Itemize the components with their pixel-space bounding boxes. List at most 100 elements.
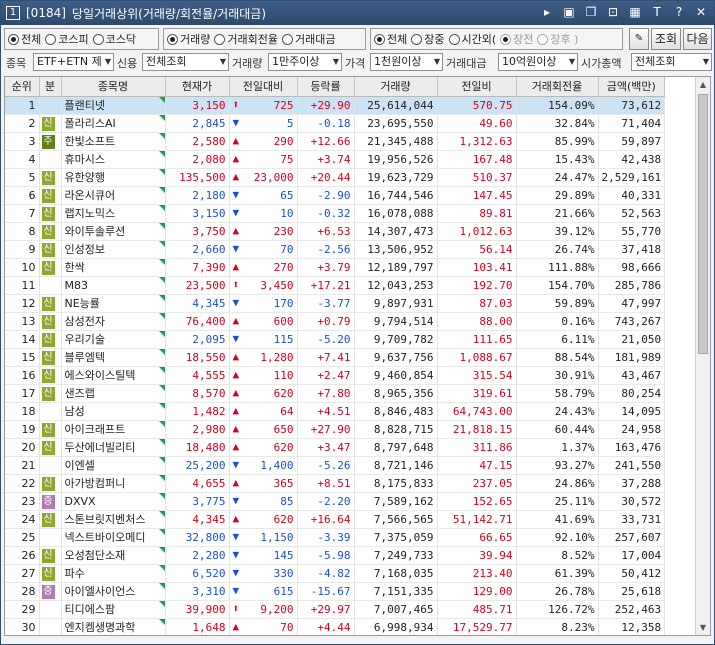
- table-row[interactable]: 30 엔지켐생명과학 1,648 ▲ 70 +4.44 6,998,934 17,529.77…: [5, 618, 666, 635]
- m-box-icon[interactable]: ▣: [562, 5, 576, 19]
- stock-name[interactable]: 오성첨단소재: [61, 546, 166, 565]
- table-row[interactable]: 11 M83 23,500 ⬆ 3,450 +17.21 12,043,253 192.70 1…: [5, 276, 666, 295]
- table-row[interactable]: 15 신 블루엠텍 18,550 ▲ 1,280 +7.41 9,637,756 1,088.6…: [5, 348, 666, 367]
- stock-name[interactable]: 블루엠텍: [61, 348, 166, 367]
- sort-radio-2[interactable]: 거래대금: [281, 31, 335, 47]
- stock-name[interactable]: 한싹: [61, 258, 166, 277]
- column-header[interactable]: 전일대비: [229, 77, 298, 97]
- column-header[interactable]: 전일비: [437, 77, 517, 97]
- close-icon[interactable]: ✕: [694, 5, 708, 19]
- table-row[interactable]: 14 신 우리기술 2,095 ▼ 115 -5.20 9,709,782 111.65 6.11…: [5, 330, 666, 349]
- scroll-thumb[interactable]: [698, 94, 708, 354]
- table-row[interactable]: 26 신 오성첨단소재 2,280 ▼ 145 -5.98 7,249,733 39.94 8.5…: [5, 546, 666, 565]
- column-header[interactable]: 현재가: [165, 77, 230, 97]
- stock-name[interactable]: 넥스트바이오메디: [61, 528, 166, 547]
- market-radio-1[interactable]: 코스피: [45, 31, 89, 47]
- table-row[interactable]: 5 신 유한양행 135,500 ▲ 23,000 +20.44 19,623,729 510.…: [5, 168, 666, 187]
- text-icon[interactable]: T: [650, 5, 664, 19]
- table-row[interactable]: 22 신 아가방컴퍼니 4,655 ▲ 365 +8.51 8,175,833 237.05 24…: [5, 474, 666, 493]
- table-row[interactable]: 9 신 인성정보 2,660 ▼ 70 -2.56 13,506,952 56.14 26.74%…: [5, 240, 666, 259]
- stock-name[interactable]: NE능률: [61, 294, 166, 313]
- table-row[interactable]: 27 신 파수 6,520 ▼ 330 -4.82 7,168,035 213.40 61.39%…: [5, 564, 666, 583]
- next-button[interactable]: 다음: [683, 28, 712, 50]
- stock-name[interactable]: 삼성전자: [61, 312, 166, 331]
- table-row[interactable]: 23 증 DXVX 3,775 ▼ 85 -2.20 7,589,162 152.65 25.11…: [5, 492, 666, 511]
- stock-name[interactable]: DXVX: [61, 492, 166, 511]
- column-header[interactable]: 순위: [5, 77, 40, 97]
- table-row[interactable]: 19 신 아이크래프트 2,980 ▲ 650 +27.90 8,828,715 21,818.…: [5, 420, 666, 439]
- grid-icon[interactable]: ▦: [628, 5, 642, 19]
- volume-filter-select[interactable]: 1만주이상 ▼: [268, 53, 342, 71]
- table-row[interactable]: 17 신 샌즈랩 8,570 ▲ 620 +7.80 8,965,356 319.61 58.79…: [5, 384, 666, 403]
- table-row[interactable]: 16 신 에스와이스틸텍 4,555 ▲ 110 +2.47 9,460,854 315.54 3…: [5, 366, 666, 385]
- session-radio-3[interactable]: 장전: [500, 31, 533, 47]
- session-radio-2[interactable]: 시간외(: [448, 31, 496, 47]
- link-icon[interactable]: ⊡: [606, 5, 620, 19]
- session-radio-1[interactable]: 장중: [411, 31, 445, 47]
- session-radio-4[interactable]: 장후 ): [537, 31, 578, 47]
- table-row[interactable]: 29 티디에스팜 39,900 ⬆ 9,200 +29.97 7,007,465 485.71…: [5, 600, 666, 619]
- stock-filter-select[interactable]: ETF+ETN 제 ▼: [33, 53, 114, 71]
- table-row[interactable]: 7 신 랩지노믹스 3,150 ▼ 10 -0.32 16,078,088 89.81 21.66…: [5, 204, 666, 223]
- column-header[interactable]: 거래회전율: [516, 77, 599, 97]
- price-filter-select[interactable]: 1천원이상 ▼: [370, 53, 443, 71]
- table-row[interactable]: 12 신 NE능률 4,345 ▼ 170 -3.77 9,897,931 87.03 59.89…: [5, 294, 666, 313]
- stock-name[interactable]: 이엔셀: [61, 456, 166, 475]
- table-row[interactable]: 28 증 아이엘사이언스 3,310 ▼ 615 -15.67 7,151,335 129.00…: [5, 582, 666, 601]
- table-row[interactable]: 20 신 두산에너빌리티 18,480 ▲ 620 +3.47 8,797,648 311.86…: [5, 438, 666, 457]
- table-row[interactable]: 8 신 와이투솔루션 3,750 ▲ 230 +6.53 14,307,473 1,012.63…: [5, 222, 666, 241]
- sort-radio-0[interactable]: 거래량: [167, 31, 210, 47]
- amount-filter-select[interactable]: 10억원이상 ▼: [498, 53, 578, 71]
- credit-filter-select[interactable]: 전체조회 ▼: [142, 53, 229, 71]
- table-row[interactable]: 4 휴마시스 2,080 ▲ 75 +3.74 19,956,526 167.48 15.43%…: [5, 150, 666, 169]
- stock-name[interactable]: 랩지노믹스: [61, 204, 166, 223]
- stock-name[interactable]: 엔지켐생명과학: [61, 618, 166, 635]
- stock-name[interactable]: 남성: [61, 402, 166, 421]
- arrow-icon[interactable]: ▸: [540, 5, 554, 19]
- cap-filter-select[interactable]: 전체조회 ▼: [631, 53, 712, 71]
- stock-name[interactable]: 라온시큐어: [61, 186, 166, 205]
- column-header[interactable]: 금액(백만): [598, 77, 666, 97]
- market-radio-0[interactable]: 전체: [8, 31, 41, 47]
- table-row[interactable]: 21 이엔셀 25,200 ▼ 1,400 -5.26 8,721,146 47.15 93.2…: [5, 456, 666, 475]
- search-button[interactable]: 조회: [651, 28, 681, 50]
- stock-name[interactable]: 플랜티넷: [61, 96, 166, 115]
- column-header[interactable]: 등락률: [297, 77, 355, 97]
- stock-name[interactable]: 에스와이스틸텍: [61, 366, 166, 385]
- scroll-up-icon[interactable]: ▲: [696, 77, 710, 92]
- stock-name[interactable]: 파수: [61, 564, 166, 583]
- session-radio-0[interactable]: 전체: [374, 31, 407, 47]
- stock-name[interactable]: 스톤브릿지벤처스: [61, 510, 166, 529]
- column-header[interactable]: 분: [39, 77, 62, 97]
- table-row[interactable]: 10 신 한싹 7,390 ▲ 270 +3.79 12,189,797 103.41 111.8…: [5, 258, 666, 277]
- scroll-down-icon[interactable]: ▼: [696, 620, 710, 635]
- vertical-scrollbar[interactable]: ▲ ▼: [695, 77, 710, 635]
- sort-radio-1[interactable]: 거래회전율: [214, 31, 278, 47]
- table-row[interactable]: 3 주 한빛소프트 2,580 ▲ 290 +12.66 21,345,488 1,312.63…: [5, 132, 666, 151]
- table-row[interactable]: 6 신 라온시큐어 2,180 ▼ 65 -2.90 16,744,546 147.45 29.8…: [5, 186, 666, 205]
- table-row[interactable]: 2 신 폴라리스AI 2,845 ▼ 5 -0.18 23,695,550 49.60 32.84…: [5, 114, 666, 133]
- column-header[interactable]: 거래량: [354, 77, 438, 97]
- table-row[interactable]: 1 플랜티넷 3,150 ⬆ 725 +29.90 25,614,044 570.75 154.…: [5, 96, 666, 115]
- config-button[interactable]: ✎: [629, 28, 649, 50]
- stock-name[interactable]: 우리기술: [61, 330, 166, 349]
- table-row[interactable]: 24 신 스톤브릿지벤처스 4,345 ▲ 620 +16.64 7,566,565 51,14…: [5, 510, 666, 529]
- stock-name[interactable]: 아이엘사이언스: [61, 582, 166, 601]
- table-row[interactable]: 13 신 삼성전자 76,400 ▲ 600 +0.79 9,794,514 88.00 0.16…: [5, 312, 666, 331]
- column-header[interactable]: 종목명: [61, 77, 166, 97]
- window-icon[interactable]: ❐: [584, 5, 598, 19]
- help-icon[interactable]: ?: [672, 5, 686, 19]
- stock-name[interactable]: M83: [61, 276, 166, 295]
- stock-name[interactable]: 한빛소프트: [61, 132, 166, 151]
- table-row[interactable]: 25 넥스트바이오메디 32,800 ▼ 1,150 -3.39 7,375,059 66.6…: [5, 528, 666, 547]
- stock-name[interactable]: 유한양행: [61, 168, 166, 187]
- stock-name[interactable]: 와이투솔루션: [61, 222, 166, 241]
- stock-name[interactable]: 아이크래프트: [61, 420, 166, 439]
- stock-name[interactable]: 휴마시스: [61, 150, 166, 169]
- stock-name[interactable]: 인성정보: [61, 240, 166, 259]
- stock-name[interactable]: 폴라리스AI: [61, 114, 166, 133]
- stock-name[interactable]: 샌즈랩: [61, 384, 166, 403]
- stock-name[interactable]: 티디에스팜: [61, 600, 166, 619]
- stock-name[interactable]: 두산에너빌리티: [61, 438, 166, 457]
- market-radio-2[interactable]: 코스닥: [92, 31, 136, 47]
